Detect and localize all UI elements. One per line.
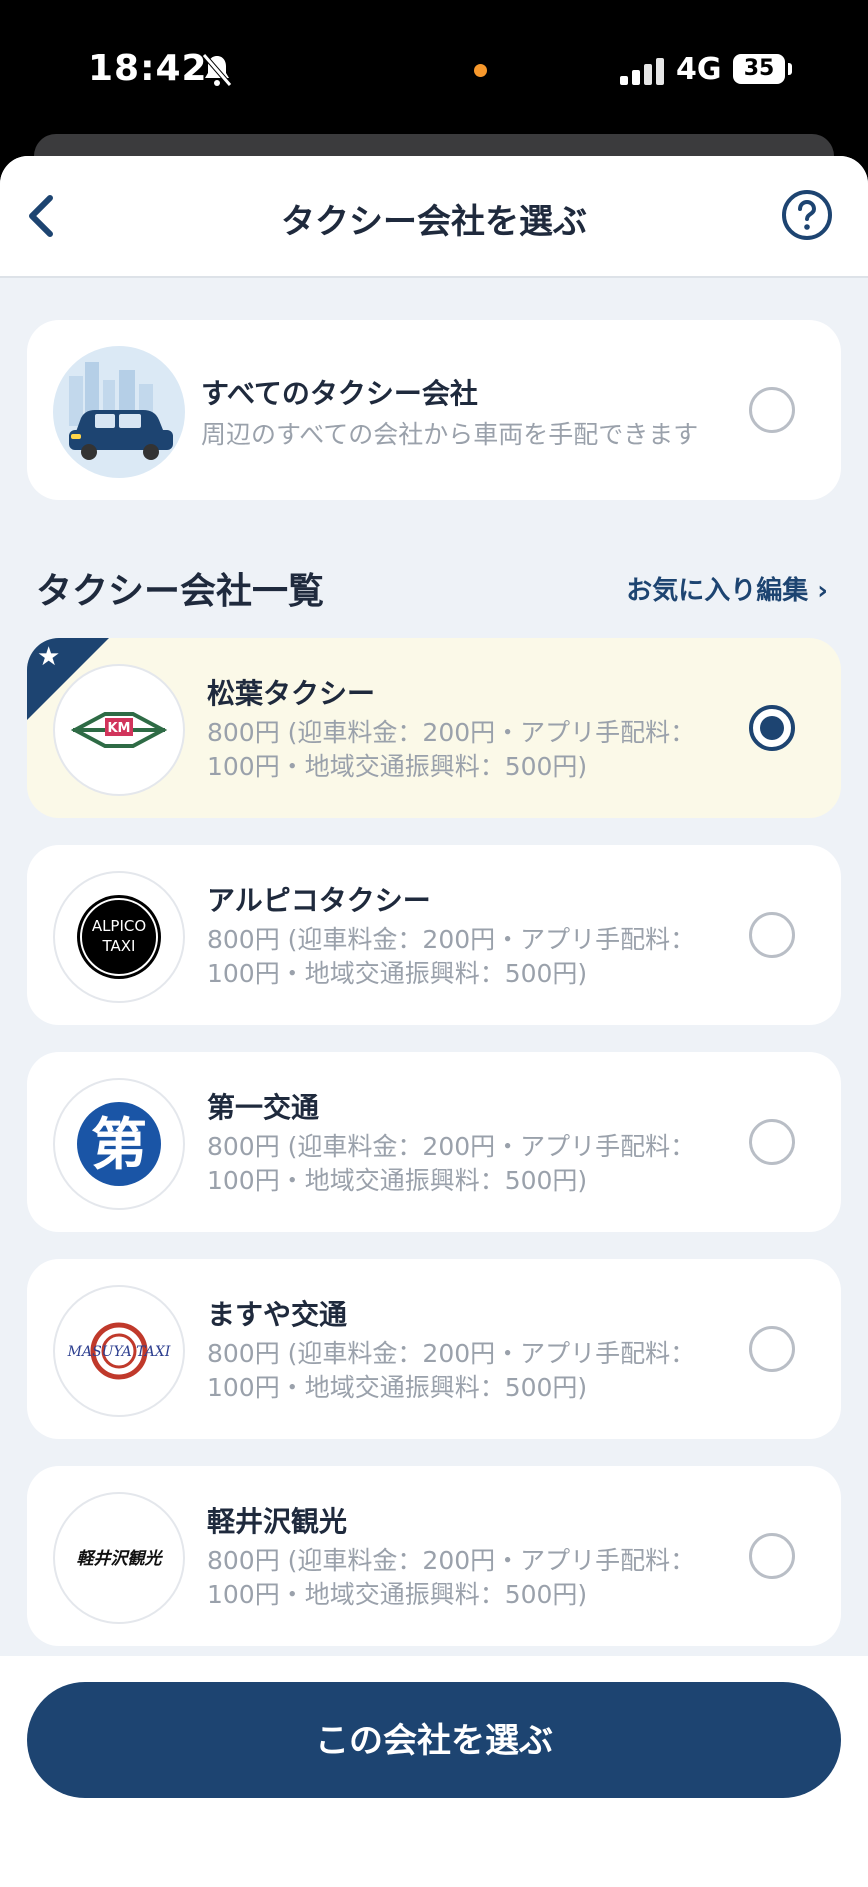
privacy-indicator-dot: [474, 64, 487, 77]
edit-favorites-link[interactable]: お気に入り編集 ›: [626, 570, 828, 607]
company-radio[interactable]: [749, 1119, 795, 1165]
company-radio-selected[interactable]: [749, 705, 795, 751]
company-logo-daiichi: 第: [53, 1078, 185, 1210]
svg-text:MASUYA TAXI: MASUYA TAXI: [67, 1344, 171, 1360]
company-fare: 800円 (迎車料金：200円・アプリ手配料：100円・地域交通振興料：500円…: [207, 718, 696, 781]
star-icon: ★: [37, 642, 61, 672]
company-logo-masuya: MASUYA TAXI: [53, 1285, 185, 1417]
company-radio[interactable]: [749, 912, 795, 958]
taxi-city-icon: [69, 362, 173, 460]
svg-text:TAXI: TAXI: [102, 937, 136, 955]
battery-icon: 35: [733, 54, 785, 84]
status-bar: 18:42 4G 35: [0, 0, 868, 140]
company-name: 松葉タクシー: [207, 677, 376, 710]
company-name: 軽井沢観光: [207, 1505, 348, 1538]
section-title: タクシー会社一覧: [36, 571, 325, 612]
karuizawa-logo-icon: 軽井沢観光: [77, 1549, 164, 1569]
company-name: 第一交通: [207, 1091, 320, 1124]
header: タクシー会社を選ぶ: [0, 156, 868, 278]
company-fare: 800円 (迎車料金：200円・アプリ手配料：100円・地域交通振興料：500円…: [207, 1339, 696, 1402]
company-logo-text: 軽井沢観光: [77, 1549, 164, 1569]
bell-muted-icon: [202, 53, 232, 87]
company-card-daiichi[interactable]: 第 第一交通 800円 (迎車料金：200円・アプリ手配料：100円・地域交通振…: [27, 1052, 841, 1232]
company-logo-text: 第: [91, 1113, 147, 1178]
all-companies-radio[interactable]: [749, 387, 795, 433]
company-name: アルピコタクシー: [207, 884, 431, 917]
company-card-masuya[interactable]: MASUYA TAXI ますや交通 800円 (迎車料金：200円・アプリ手配料…: [27, 1259, 841, 1439]
help-icon[interactable]: [780, 188, 834, 242]
company-logo-alpico: ALPICO TAXI: [53, 871, 185, 1003]
company-card-karuizawa[interactable]: 軽井沢観光 軽井沢観光 800円 (迎車料金：200円・アプリ手配料：100円・…: [27, 1466, 841, 1646]
page-title: タクシー会社を選ぶ: [281, 202, 587, 242]
svg-text:ALPICO: ALPICO: [92, 917, 146, 935]
company-name: ますや交通: [207, 1298, 348, 1331]
network-type: 4G: [676, 52, 722, 87]
all-companies-option[interactable]: すべてのタクシー会社 周辺のすべての会社から車両を手配できます: [27, 320, 841, 500]
company-radio[interactable]: [749, 1533, 795, 1579]
signal-icon: [620, 58, 664, 85]
company-card-matsuba[interactable]: ★ KM 松葉タクシー 800円 (迎車料金：200円・アプリ手配料：100円・…: [27, 638, 841, 818]
company-select-sheet: タクシー会社を選ぶ すべてのタクシー会社 周辺のすべての会社から車両を手配できま…: [0, 156, 868, 1887]
company-card-alpico[interactable]: ALPICO TAXI アルピコタクシー 800円 (迎車料金：200円・アプリ…: [27, 845, 841, 1025]
all-companies-name: すべてのタクシー会社: [201, 377, 478, 410]
company-logo-karuizawa: 軽井沢観光: [53, 1492, 185, 1624]
company-fare: 800円 (迎車料金：200円・アプリ手配料：100円・地域交通振興料：500円…: [207, 1546, 696, 1609]
masuya-logo-icon: MASUYA TAXI: [67, 1322, 171, 1380]
all-companies-logo: [53, 346, 185, 478]
company-fare: 800円 (迎車料金：200円・アプリ手配料：100円・地域交通振興料：500円…: [207, 925, 696, 988]
battery-tip: [788, 63, 792, 75]
company-radio[interactable]: [749, 1326, 795, 1372]
company-logo-text: KM: [107, 721, 130, 736]
alpico-logo-icon: ALPICO TAXI: [77, 895, 161, 979]
select-company-button[interactable]: この会社を選ぶ: [27, 1682, 841, 1798]
all-companies-description: 周辺のすべての会社から車両を手配できます: [201, 420, 699, 449]
company-fare: 800円 (迎車料金：200円・アプリ手配料：100円・地域交通振興料：500円…: [207, 1132, 696, 1195]
daiichi-logo-icon: 第: [77, 1102, 161, 1186]
bottom-action-bar: この会社を選ぶ: [0, 1656, 868, 1887]
company-logo-matsuba: KM: [53, 664, 185, 796]
km-logo-icon: KM: [70, 712, 168, 748]
status-time: 18:42: [88, 48, 208, 89]
